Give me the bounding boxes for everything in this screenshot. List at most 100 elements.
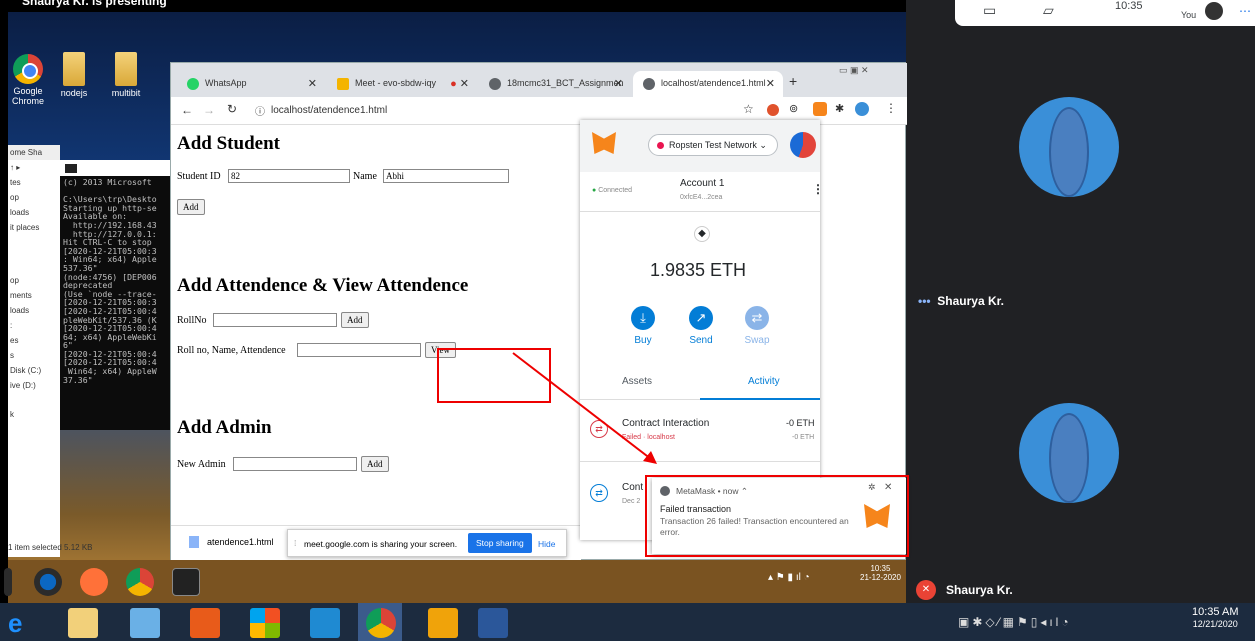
menu-dots-icon[interactable]: ⋮ [885, 101, 897, 115]
add-admin-button[interactable]: Add [361, 456, 389, 472]
more-icon[interactable]: ⋯ [1239, 4, 1251, 18]
desktop-icon-multibit[interactable]: multibit [102, 52, 150, 98]
tx-date-2: Dec 2 [622, 498, 641, 505]
explorer-item[interactable]: : [8, 318, 60, 333]
start-edge [4, 568, 12, 596]
meet-participants-panel: ••• Shaurya Kr. ✕ Shaurya Kr. [906, 0, 1255, 603]
tx-amount-secondary: -0 ETH [792, 434, 815, 441]
back-icon[interactable]: ← [181, 103, 193, 117]
share-message: meet.google.com is sharing your screen. [304, 539, 458, 549]
explorer-item[interactable]: loads [8, 205, 60, 220]
whatsapp-icon [187, 78, 199, 90]
stop-sharing-button[interactable]: Stop sharing [468, 533, 532, 553]
explorer-item[interactable]: loads [8, 303, 60, 318]
account-avatar[interactable] [790, 132, 816, 158]
drag-handle-icon[interactable]: ⁞ [294, 538, 296, 548]
meet-icon [337, 78, 349, 90]
explorer-item[interactable]: op [8, 190, 60, 205]
explorer-item[interactable]: Disk (C:) [8, 363, 60, 378]
os-taskbar: e ▣✱◇⁄▦⚑▯◂ıl◔ 10:35 AM 12/21/2020 [0, 603, 1255, 641]
explorer-item[interactable]: tes [8, 175, 60, 190]
ie-icon[interactable]: e [8, 608, 38, 638]
explorer-nav[interactable]: ↑ ▸ [8, 160, 60, 175]
windows-store-icon[interactable] [250, 608, 280, 638]
explorer-item[interactable]: op [8, 273, 60, 288]
new-tab-button[interactable]: + [789, 73, 797, 89]
new-admin-input[interactable] [233, 457, 357, 471]
cmd-icon[interactable] [172, 568, 200, 596]
send-button[interactable]: ↗ Send [676, 306, 726, 346]
account-address[interactable]: 0xfcE4...2cea [680, 194, 722, 201]
explorer-item[interactable]: ive (D:) [8, 378, 60, 393]
account-row: ● Connected Account 1 0xfcE4...2cea ⋮ [580, 172, 824, 212]
attendance-view-input[interactable] [297, 343, 421, 357]
folder-icon [115, 52, 137, 86]
account-menu-icon[interactable]: ⋮ [812, 182, 824, 196]
firefox-icon[interactable] [80, 568, 108, 596]
rollno-input[interactable] [213, 313, 337, 327]
profile-avatar[interactable] [855, 102, 869, 116]
buy-button[interactable]: ⤓ Buy [618, 306, 668, 346]
edge-icon[interactable] [34, 568, 62, 596]
add-attendance-button[interactable]: Add [341, 312, 369, 328]
explorer-item[interactable]: s [8, 348, 60, 363]
explorer-item[interactable]: it places [8, 220, 60, 235]
participant-avatar [1019, 97, 1119, 197]
extension-icon-2[interactable]: ⊚ [789, 102, 798, 115]
name-label: Name [353, 171, 377, 182]
captions-icon[interactable]: ▭ [983, 2, 996, 19]
app-icon[interactable] [130, 608, 160, 638]
tx-icon: ⇄ [590, 484, 608, 502]
explorer-item[interactable]: k [8, 407, 60, 422]
sublime-icon[interactable] [428, 608, 458, 638]
network-selector[interactable]: Ropsten Test Network ⌄ [648, 134, 778, 156]
tab-localhost[interactable]: localhost/atendence1.html ✕ [633, 71, 783, 97]
new-admin-label: New Admin [177, 459, 226, 470]
close-icon[interactable]: ✕ [766, 77, 775, 90]
file-icon [189, 536, 199, 548]
url-field[interactable]: localhost/atendence1.html [271, 105, 387, 116]
tab-whatsapp[interactable]: WhatsApp ✕ [177, 71, 325, 97]
tab-meet[interactable]: Meet - evo-sbdw-iqy ● ✕ [327, 71, 477, 97]
reload-icon[interactable]: ↻ [227, 102, 237, 116]
chrome-icon[interactable] [366, 608, 396, 638]
desktop-icon-nodejs[interactable]: nodejs [50, 52, 98, 98]
word-icon[interactable] [478, 608, 508, 638]
name-input[interactable]: Abhi [383, 169, 509, 183]
window-controls[interactable]: ▭ ▣ ✕ [839, 65, 903, 77]
metamask-fox-icon[interactable] [813, 102, 827, 116]
file-explorer-window: ome Sha ↑ ▸ tes op loads it places op me… [8, 145, 93, 557]
eth-icon: ◆ [694, 226, 710, 242]
desktop-icon-chrome[interactable]: Google Chrome [8, 54, 52, 106]
screen-share-bar: ⁞ meet.google.com is sharing your screen… [287, 529, 567, 557]
star-icon[interactable]: ☆ [743, 102, 754, 116]
xampp-icon[interactable] [190, 608, 220, 638]
account-name[interactable]: Account 1 [680, 178, 724, 189]
connected-status[interactable]: ● Connected [592, 187, 632, 194]
hide-button[interactable]: Hide [538, 539, 555, 549]
more-dots-icon[interactable]: ••• [918, 294, 931, 308]
swap-button[interactable]: ⇄ Swap [732, 306, 782, 346]
forward-icon[interactable]: → [203, 103, 215, 117]
explorer-item[interactable]: es [8, 333, 60, 348]
vscode-icon[interactable] [310, 608, 340, 638]
close-icon[interactable]: ✕ [614, 77, 623, 90]
puzzle-icon[interactable]: ✱ [835, 102, 844, 115]
add-admin-title: Add Admin [177, 417, 272, 438]
add-student-button[interactable]: Add [177, 199, 205, 215]
tab-assignment[interactable]: 18mcmc31_BCT_Assignmen ✕ [479, 71, 631, 97]
download-item[interactable]: atendence1.html [207, 537, 274, 547]
tab-activity[interactable]: Activity [700, 364, 820, 400]
close-icon[interactable]: ✕ [308, 77, 317, 90]
file-explorer-icon[interactable] [68, 608, 98, 638]
chat-icon[interactable]: ▱ [1043, 2, 1054, 19]
tray-icons[interactable]: ▴ ⚑ ▮ ıl ◔ [768, 572, 810, 583]
info-icon: ⓘ [255, 107, 265, 118]
extension-icon[interactable] [767, 104, 779, 116]
student-id-input[interactable]: 82 [228, 169, 350, 183]
close-icon[interactable]: ● ✕ [450, 77, 469, 90]
system-tray-icons[interactable]: ▣✱◇⁄▦⚑▯◂ıl◔ [958, 615, 1072, 629]
chrome-icon[interactable] [126, 568, 154, 596]
download-icon: ⤓ [631, 306, 655, 330]
explorer-item[interactable]: ments [8, 288, 60, 303]
